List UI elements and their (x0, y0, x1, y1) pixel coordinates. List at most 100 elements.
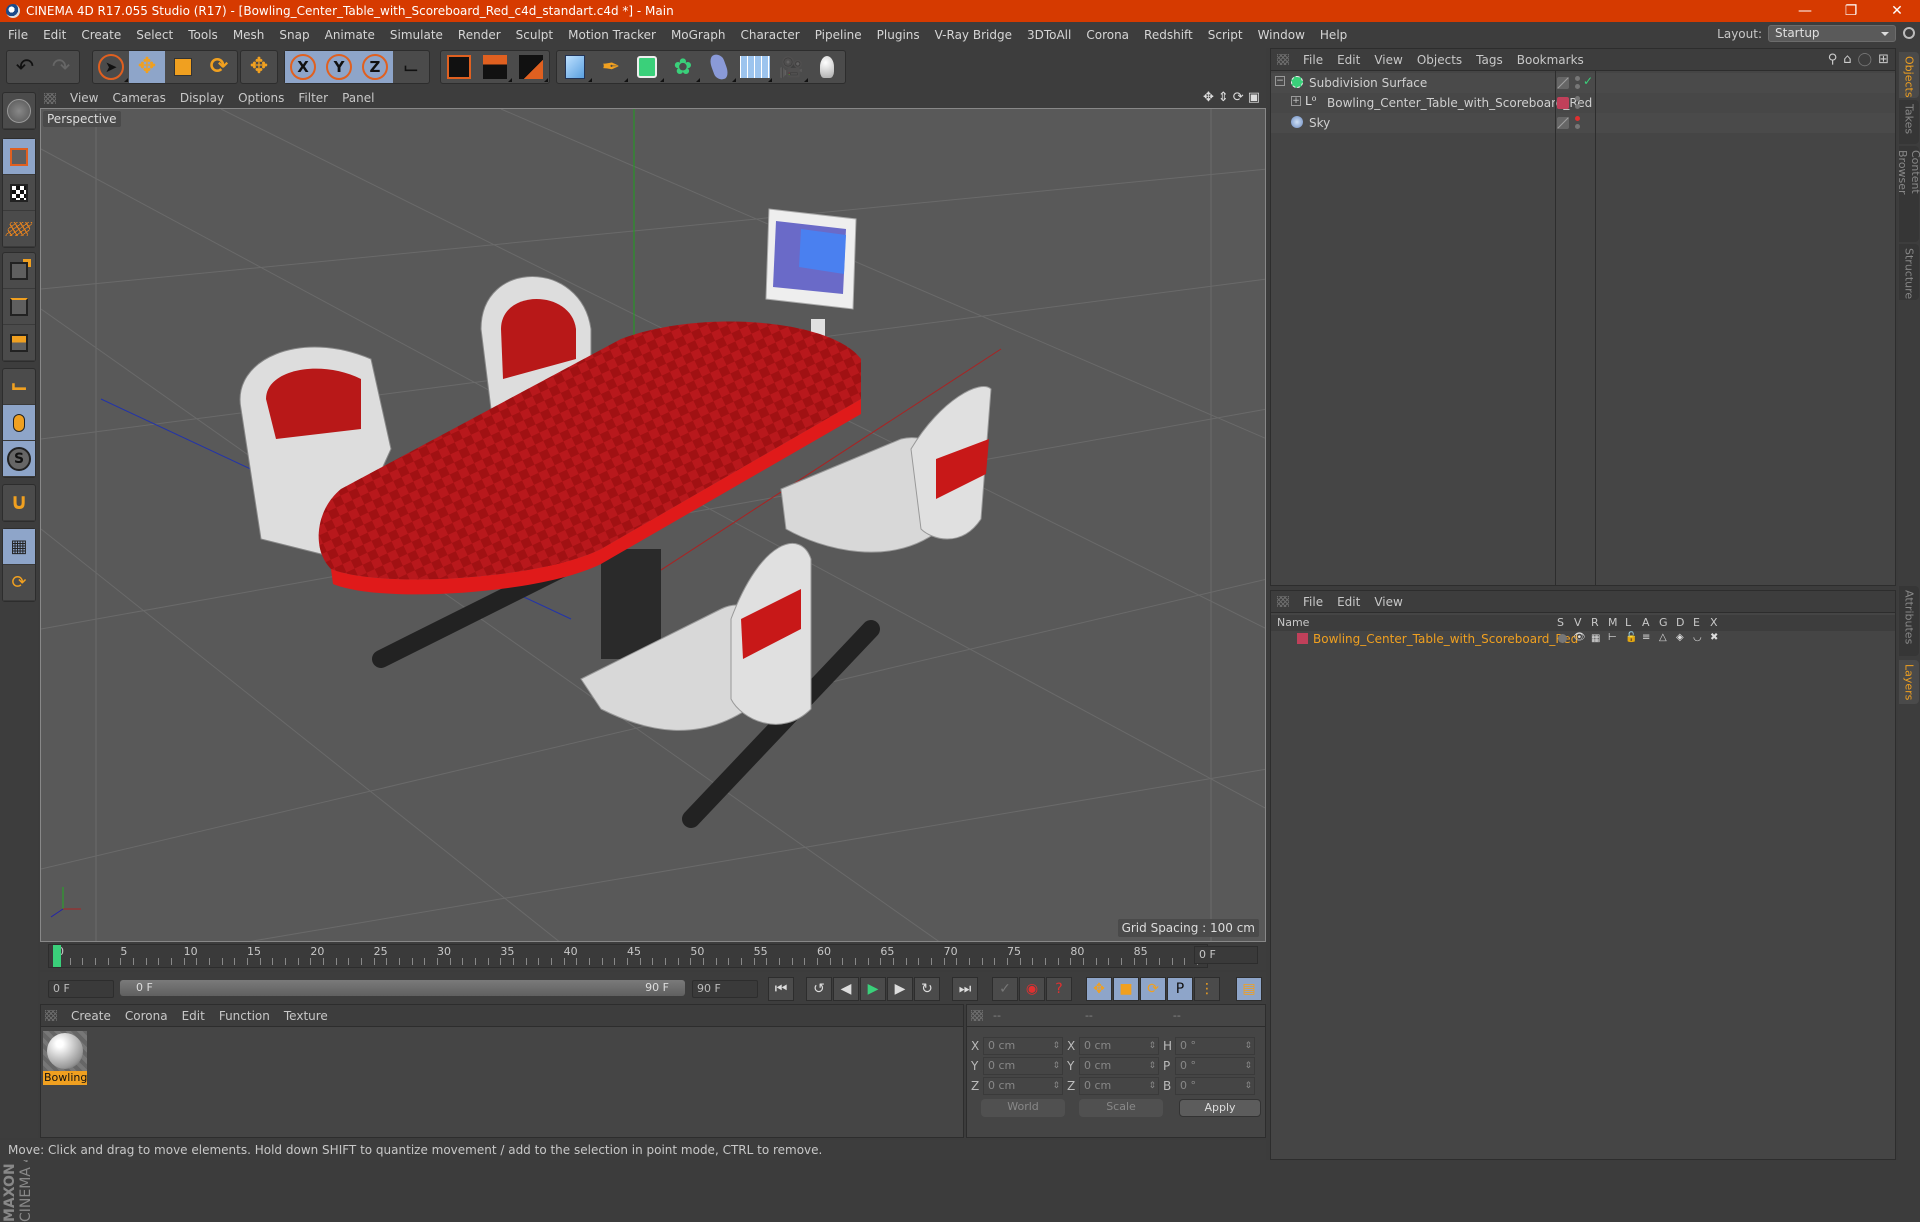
column-name[interactable]: Name (1277, 616, 1309, 629)
enabled-check-icon[interactable]: ✓ (1583, 74, 1593, 88)
menu-3dtoall[interactable]: 3DToAll (1027, 28, 1071, 42)
y-axis-lock-button[interactable]: Y (321, 51, 357, 83)
rotation-b-field[interactable]: 0 ° (1175, 1077, 1255, 1095)
layer-color-tag[interactable] (1557, 97, 1569, 109)
menu-plugins[interactable]: Plugins (877, 28, 920, 42)
scale-button[interactable] (165, 51, 201, 83)
maximize-view-icon[interactable]: ▣ (1248, 90, 1260, 105)
column-deformers[interactable]: D (1676, 616, 1684, 629)
xref-icon[interactable]: ✖ (1710, 632, 1718, 643)
coordinate-mode-dropdown[interactable]: World (981, 1099, 1065, 1117)
material-menu-function[interactable]: Function (219, 1009, 270, 1023)
render-view-button[interactable] (441, 51, 477, 83)
render-picture-viewer-button[interactable] (477, 51, 513, 83)
column-visible[interactable]: V (1574, 616, 1582, 629)
menu-tools[interactable]: Tools (188, 28, 218, 42)
layer-menu-edit[interactable]: Edit (1337, 595, 1360, 609)
render-visibility-dot[interactable] (1575, 104, 1580, 109)
apply-button[interactable]: Apply (1179, 1099, 1261, 1117)
subdivision-button[interactable] (629, 51, 665, 83)
previous-key-button[interactable]: ↺ (806, 977, 832, 1001)
column-render[interactable]: R (1591, 616, 1599, 629)
move-button[interactable]: ✥ (129, 51, 165, 83)
menu-animate[interactable]: Animate (325, 28, 375, 42)
panel-grip-icon[interactable] (1277, 54, 1289, 65)
render-settings-button[interactable] (513, 51, 549, 83)
menu-sculpt[interactable]: Sculpt (516, 28, 553, 42)
3d-viewport[interactable]: Perspective Grid Spacing : 100 cm (40, 108, 1266, 942)
viewport-menu-cameras[interactable]: Cameras (112, 91, 165, 105)
tab-content-browser[interactable]: Content Browser (1896, 146, 1920, 242)
layer-menu-file[interactable]: File (1303, 595, 1323, 609)
position-z-field[interactable]: 0 cm (983, 1077, 1063, 1095)
material-menu-create[interactable]: Create (71, 1009, 111, 1023)
object-menu-objects[interactable]: Objects (1417, 53, 1462, 67)
viewport-menu-view[interactable]: View (70, 91, 98, 105)
menu-snap[interactable]: Snap (279, 28, 309, 42)
go-to-end-button[interactable]: ⏭ (952, 977, 978, 1001)
polygons-mode-button[interactable] (3, 325, 35, 361)
editor-visibility-dot[interactable] (1575, 96, 1580, 101)
animation-icon[interactable]: ≡ (1642, 632, 1650, 643)
layer-color-swatch[interactable] (1297, 633, 1308, 644)
autokey-button[interactable]: ? (1046, 977, 1072, 1001)
position-y-field[interactable]: 0 cm (983, 1057, 1063, 1075)
menu-mograph[interactable]: MoGraph (671, 28, 726, 42)
layer-menu-view[interactable]: View (1374, 595, 1402, 609)
lock-icon[interactable]: 🔓 (1625, 632, 1637, 643)
go-to-start-button[interactable]: ⏮ (768, 977, 794, 1001)
minimize-button[interactable]: — (1782, 0, 1828, 22)
next-key-button[interactable]: ↻ (914, 977, 940, 1001)
visible-eye-icon[interactable]: 👁 (1573, 632, 1586, 643)
timeline-ruler[interactable]: 051015202530354045505560657075808590 (48, 944, 1211, 968)
expression-icon[interactable]: ◡ (1693, 632, 1702, 643)
menu-window[interactable]: Window (1258, 28, 1305, 42)
column-divider[interactable] (1555, 71, 1556, 585)
expand-icon[interactable]: + (1291, 96, 1301, 106)
object-row[interactable]: + L⁰ Bowling_Center_Table_with_Scoreboar… (1271, 93, 1895, 113)
panel-grip-icon[interactable] (971, 1010, 983, 1021)
render-visibility-dot[interactable] (1575, 124, 1580, 129)
render-visibility-dot[interactable] (1575, 84, 1580, 89)
menu-motion-tracker[interactable]: Motion Tracker (568, 28, 656, 42)
tab-layers[interactable]: Layers (1899, 660, 1919, 704)
tab-attributes[interactable]: Attributes (1899, 586, 1919, 656)
menu-mesh[interactable]: Mesh (233, 28, 265, 42)
texture-mode-button[interactable] (3, 175, 35, 211)
menu-vray-bridge[interactable]: V-Ray Bridge (935, 28, 1012, 42)
dolly-view-icon[interactable]: ⇕ (1218, 90, 1229, 105)
object-row[interactable]: − Subdivision Surface ✓ (1271, 73, 1895, 93)
end-frame-field[interactable]: 90 F (692, 980, 758, 998)
menu-script[interactable]: Script (1208, 28, 1243, 42)
next-frame-button[interactable]: ▶ (887, 977, 913, 1001)
live-selection-button[interactable]: ➤ (93, 51, 129, 83)
layout-dropdown[interactable]: Startup (1768, 25, 1896, 42)
render-clapper-icon[interactable]: ▦ (1591, 633, 1600, 644)
model-mode-button[interactable] (3, 139, 35, 175)
lock-workplane-button[interactable]: ▦ (3, 529, 35, 565)
menu-help[interactable]: Help (1320, 28, 1347, 42)
viewport-menu-options[interactable]: Options (238, 91, 284, 105)
workplane-mode-button[interactable] (3, 211, 35, 247)
object-menu-edit[interactable]: Edit (1337, 53, 1360, 67)
key-rotation-button[interactable]: ⟳ (1140, 977, 1166, 1001)
key-position-button[interactable]: ✥ (1086, 977, 1112, 1001)
panel-grip-icon[interactable] (1277, 596, 1289, 607)
column-generators[interactable]: G (1659, 616, 1668, 629)
menu-edit[interactable]: Edit (43, 28, 66, 42)
column-manager[interactable]: M (1608, 616, 1618, 629)
transform-mode-dropdown[interactable]: Scale (1079, 1099, 1163, 1117)
object-menu-bookmarks[interactable]: Bookmarks (1517, 53, 1584, 67)
cloner-button[interactable]: ✿ (665, 51, 701, 83)
camera-label[interactable]: Perspective (43, 111, 121, 127)
object-menu-file[interactable]: File (1303, 53, 1323, 67)
column-animation[interactable]: A (1642, 616, 1650, 629)
camera-button[interactable]: 🎥 (773, 51, 809, 83)
object-menu-tags[interactable]: Tags (1476, 53, 1503, 67)
object-row[interactable]: Sky (1271, 113, 1895, 133)
material-swatch[interactable]: Bowling (43, 1031, 87, 1089)
edges-mode-button[interactable] (3, 289, 35, 325)
column-expressions[interactable]: E (1693, 616, 1700, 629)
menu-file[interactable]: File (8, 28, 28, 42)
key-pla-button[interactable]: ⋮ (1194, 977, 1220, 1001)
